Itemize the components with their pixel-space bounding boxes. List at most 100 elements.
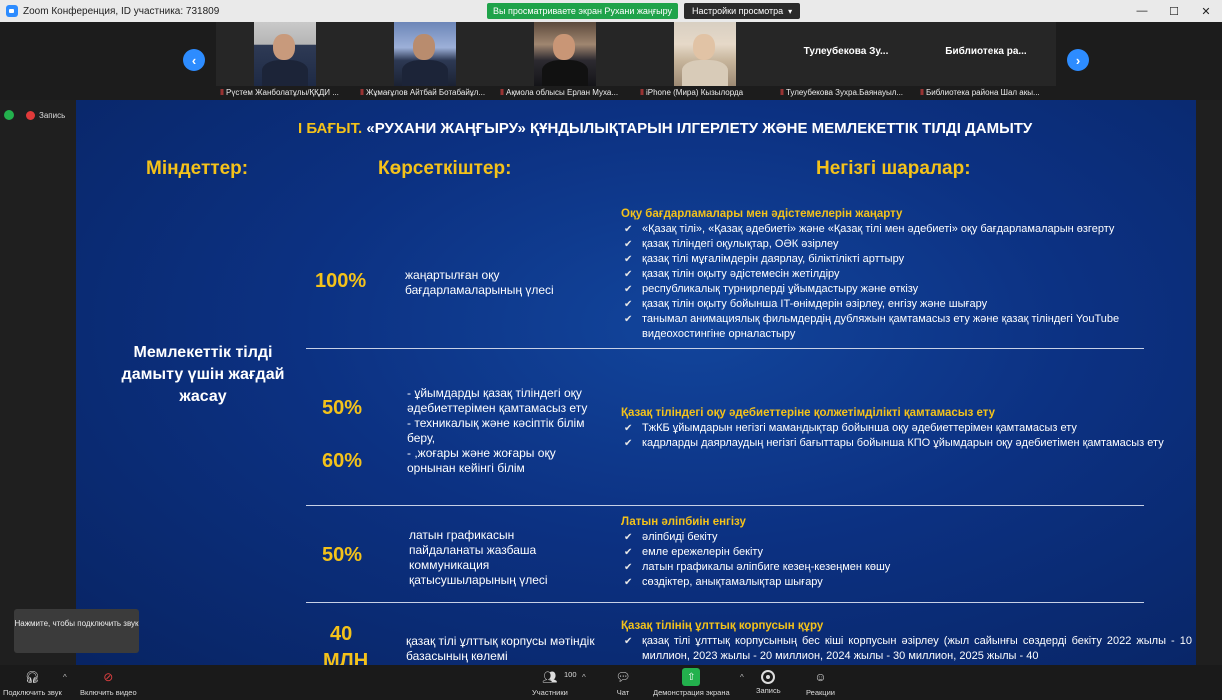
slide-heading: І БАҒЫТ. «РУХАНИ ЖАҢҒЫРУ» ҚҰНДЫЛЫҚТАРЫН …	[298, 120, 1033, 137]
participant-tile[interactable]: ǁ Рүстем Жанболатұлы/ҚҚДИ ...	[216, 22, 356, 100]
minimize-button[interactable]: —	[1126, 0, 1158, 22]
start-video-button[interactable]: ⊘ Включить видео	[80, 668, 137, 697]
participant-video-strip: ‹ ǁ Рүстем Жанболатұлы/ҚҚДИ ... ǁ Жұмағұло…	[0, 22, 1222, 100]
list-item: ТжКБ ұйымдарын негізгі мамандықтар бойын…	[622, 421, 1192, 436]
participant-tile[interactable]: ǁ Жұмағұлов Айтбай Ботабайұл...	[356, 22, 496, 100]
meeting-toolbar: 🎧︎ Подключить звук ^ ⊘ Включить видео 👥︎…	[0, 665, 1222, 700]
share-screen-icon: ⇧	[682, 668, 701, 686]
list-item: латын графикалы әліпбиге кезең-кезеңмен …	[622, 560, 1192, 575]
row-divider	[306, 348, 1144, 349]
list-item: қазақ тілі мұғалімдерін даярлау, білікті…	[622, 252, 1192, 267]
measure-list: «Қазақ тілі», «Қазақ әдебиеті» және «Қаз…	[622, 222, 1192, 342]
view-options-label: Настройки просмотра	[692, 6, 784, 16]
window-controls: — ☐ ✕	[1126, 0, 1222, 22]
shared-screen-slide: І БАҒЫТ. «РУХАНИ ЖАҢҒЫРУ» ҚҰНДЫЛЫҚТАРЫН …	[76, 100, 1196, 665]
record-button[interactable]: Запись	[756, 668, 781, 695]
maximize-button[interactable]: ☐	[1158, 0, 1190, 22]
participant-name-label: ǁ Тулеубекова Зухра.Баянауыл...	[776, 86, 916, 100]
list-item: «Қазақ тілі», «Қазақ әдебиеті» және «Қаз…	[622, 222, 1192, 237]
next-page-button[interactable]: ›	[1067, 49, 1089, 71]
participant-avatar	[413, 34, 435, 60]
connect-audio-tooltip: Нажмите, чтобы подключить звук	[14, 609, 139, 653]
participant-tile-name: Библиотека ра...	[945, 46, 1027, 57]
indicator-unit: МЛН	[323, 650, 369, 665]
recording-indicator: Запись	[4, 109, 65, 121]
measure-list: ТжКБ ұйымдарын негізгі мамандықтар бойын…	[622, 421, 1192, 451]
task-text: Мемлекеттік тілді дамыту үшін жағдай жас…	[121, 344, 285, 405]
record-icon	[761, 670, 776, 684]
participant-name-label: ǁ iPhone (Мира) Кызылорда	[636, 86, 776, 100]
zoom-app-icon	[6, 5, 18, 17]
list-item: әліпбиді бекіту	[622, 530, 1192, 545]
list-item: республикалық турнирлерді ұйымдастыру жә…	[622, 282, 1192, 297]
indicator-percent: 50%	[322, 544, 363, 566]
chat-icon: 💬︎	[615, 670, 631, 684]
list-item: кадрларды даярлаудың негізгі бағыттары б…	[622, 436, 1192, 451]
indicator-percent: 40	[330, 623, 353, 645]
share-screen-button[interactable]: ⇧ Демонстрация экрана	[653, 668, 730, 697]
recording-label: Запись	[39, 110, 66, 120]
participants-icon: 👥︎	[542, 670, 558, 684]
participant-tile[interactable]: ǁ Ақмола облысы Ерлан Муха...	[496, 22, 636, 100]
window-title: Zoom Конференция, ID участника: 731809	[23, 5, 220, 17]
list-item: қазақ тілі ұлттық корпусының бес кіші ко…	[622, 634, 1192, 664]
indicator-text: - ұйымдарды қазақ тіліндегі оқу әдебиетт…	[407, 386, 588, 475]
screen-share-banner: Вы просматриваете экран Рухани жаңғыру	[487, 3, 678, 19]
list-item: емле ережелерін бекіту	[622, 545, 1192, 560]
indicators-column-header: Көрсеткіштер:	[378, 158, 512, 179]
participant-name-label: ǁ Библиотека района Шал акы...	[916, 86, 1056, 100]
indicator-text: латын графикасын пайдаланаты жазбаша ком…	[409, 528, 548, 587]
video-off-icon: ⊘	[103, 670, 114, 684]
indicator-text: жаңартылған оқу бағдарламаларының үлесі	[405, 268, 554, 297]
indicator-percent: 100%	[315, 270, 367, 292]
participant-avatar	[553, 34, 575, 60]
participants-button[interactable]: 👥︎ Участники	[532, 668, 568, 697]
participants-count: 100	[564, 670, 577, 679]
participant-tile[interactable]: ǁ iPhone (Мира) Кызылорда	[636, 22, 776, 100]
indicator-percent: 50%	[322, 397, 363, 419]
share-options-caret[interactable]: ^	[740, 673, 744, 682]
participant-tile[interactable]: Библиотека ра... ǁ Библиотека района Шал …	[916, 22, 1056, 100]
view-options-button[interactable]: Настройки просмотра ▾	[684, 3, 801, 19]
participant-name-label: ǁ Рүстем Жанболатұлы/ҚҚДИ ...	[216, 86, 356, 100]
security-shield-icon[interactable]	[4, 110, 14, 120]
participant-avatar	[273, 34, 295, 60]
mic-muted-icon: ǁ	[360, 88, 364, 97]
indicator-percent: 60%	[322, 450, 363, 472]
mic-muted-icon: ǁ	[640, 88, 644, 97]
measure-section-title: Латын әліпбиін енгізу	[621, 516, 746, 528]
smiley-icon: ☺	[814, 670, 827, 684]
measure-section-title: Қазақ тілінің ұлттық корпусын құру	[621, 620, 824, 632]
participant-tile[interactable]: Тулеубекова Зу... ǁ Тулеубекова Зухра.Бая…	[776, 22, 916, 100]
participant-name-label: ǁ Жұмағұлов Айтбай Ботабайұл...	[356, 86, 496, 100]
tasks-column-header: Міндеттер:	[146, 158, 249, 179]
measures-column-header: Негізгі шаралар:	[816, 158, 971, 179]
mic-muted-icon: ǁ	[780, 88, 784, 97]
list-item: сөздіктер, анықтамалықтар шығару	[622, 575, 1192, 590]
indicator-text: қазақ тілі ұлттық корпусы мәтіндік базас…	[406, 634, 595, 663]
headphones-icon: 🎧︎	[24, 670, 40, 684]
participant-avatar	[693, 34, 715, 60]
previous-page-button[interactable]: ‹	[183, 49, 205, 71]
measure-section-title: Оқу бағдарламалары мен әдістемелерін жаң…	[621, 208, 903, 220]
mic-muted-icon: ǁ	[920, 88, 924, 97]
measure-list: әліпбиді бекіту емле ережелерін бекіту л…	[622, 530, 1192, 590]
zoom-window: Zoom Конференция, ID участника: 731809 В…	[0, 0, 1222, 700]
participant-name-label: ǁ Ақмола облысы Ерлан Муха...	[496, 86, 636, 100]
list-item: қазақ тілін оқыту әдістемесін жетілдіру	[622, 267, 1192, 282]
measure-section-title: Қазақ тіліндегі оқу әдебиеттеріне қолжет…	[621, 407, 996, 419]
audio-options-caret[interactable]: ^	[63, 673, 67, 682]
chat-button[interactable]: 💬︎ Чат	[614, 668, 632, 697]
close-button[interactable]: ✕	[1190, 0, 1222, 22]
connect-audio-button[interactable]: 🎧︎ Подключить звук	[3, 668, 62, 697]
chevron-down-icon: ▾	[788, 7, 793, 16]
list-item: танымал анимациялық фильмдердің дубляжын…	[622, 312, 1192, 342]
row-divider	[306, 602, 1144, 603]
mic-muted-icon: ǁ	[500, 88, 504, 97]
row-divider	[306, 505, 1144, 506]
mic-muted-icon: ǁ	[220, 88, 224, 97]
record-dot-icon	[26, 110, 35, 120]
measure-list: қазақ тілі ұлттық корпусының бес кіші ко…	[622, 634, 1192, 664]
participants-options-caret[interactable]: ^	[582, 673, 586, 682]
reactions-button[interactable]: ☺ Реакции	[806, 668, 835, 697]
